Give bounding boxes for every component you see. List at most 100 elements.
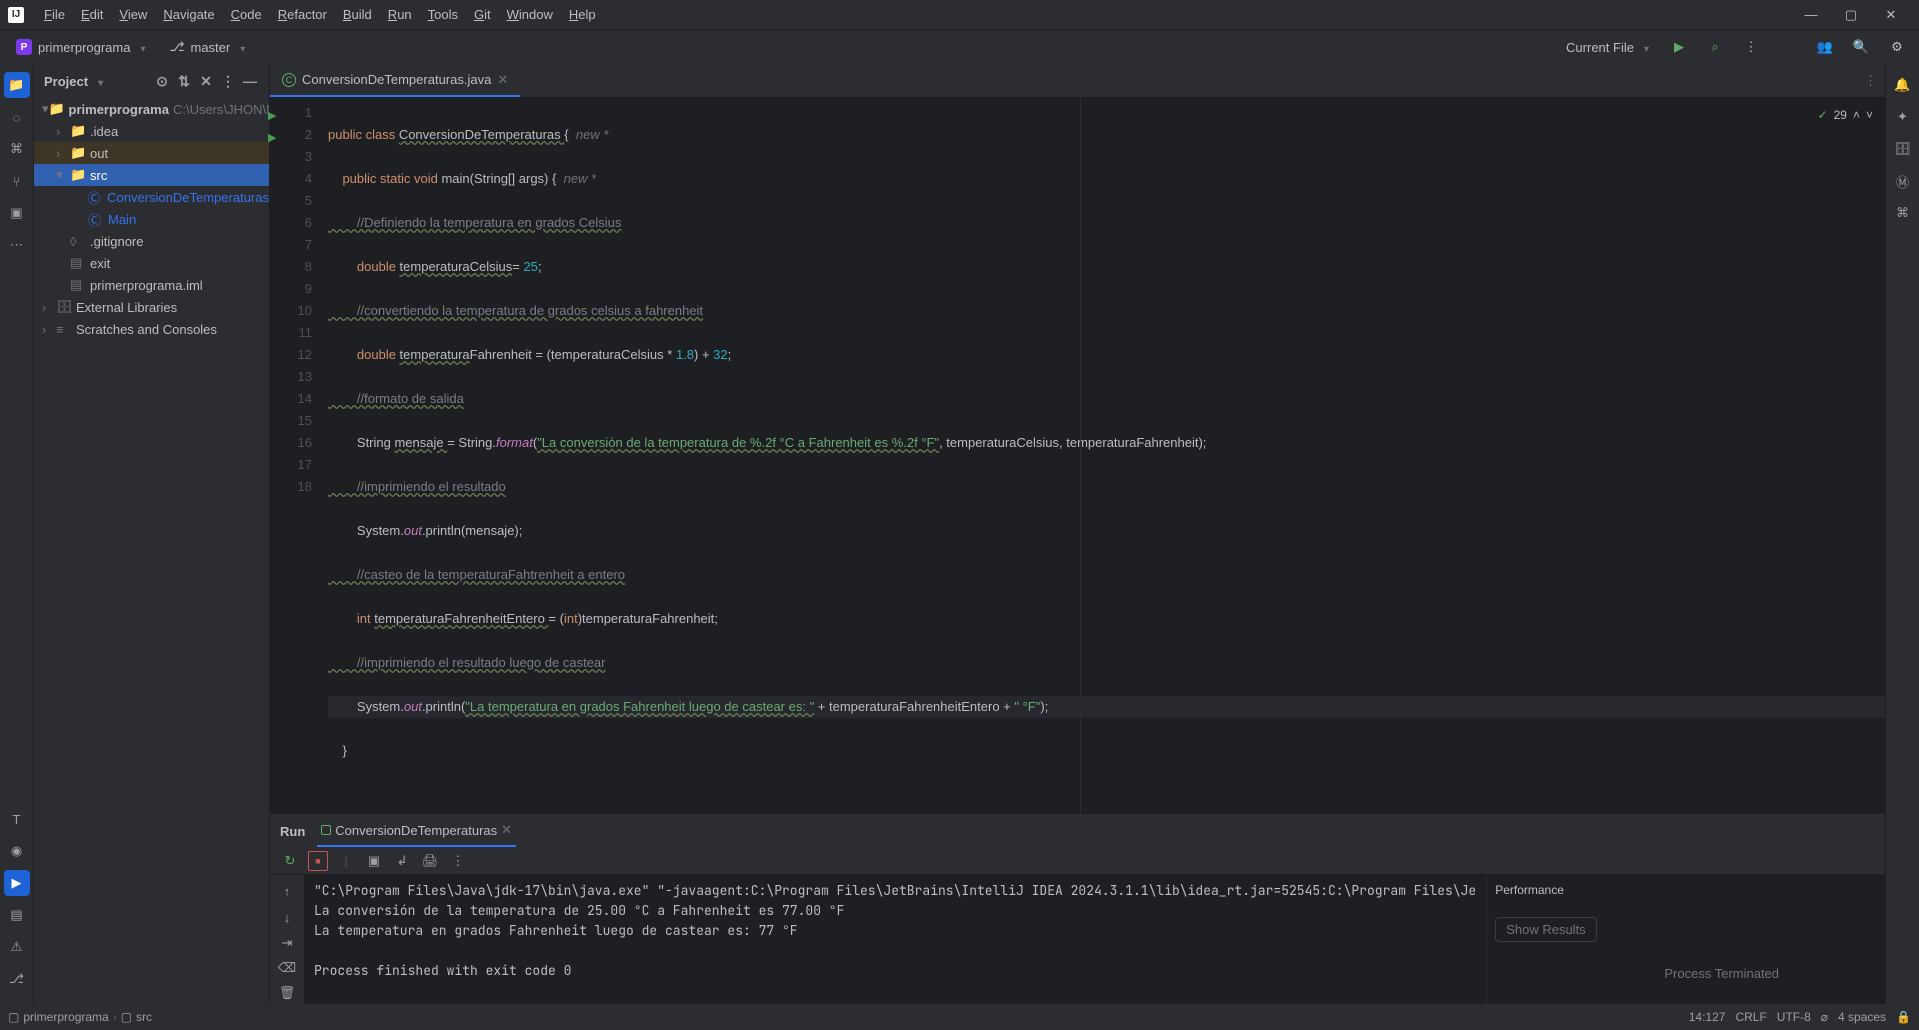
- up-stack-icon[interactable]: ↑: [276, 881, 298, 902]
- code-with-me-button[interactable]: 👥: [1811, 33, 1839, 61]
- performance-panel: Performance› Show Results 00:00 Process …: [1486, 875, 1919, 1004]
- menu-file[interactable]: File: [36, 3, 73, 26]
- project-selector[interactable]: P primerprograma: [8, 35, 154, 59]
- more-run-actions-icon[interactable]: ⋮: [448, 851, 468, 871]
- folder-icon: ▢: [121, 1010, 132, 1024]
- problems-tool-button[interactable]: ⚠: [4, 934, 30, 960]
- services-tool-button[interactable]: ▣: [4, 200, 30, 226]
- show-results-button[interactable]: Show Results: [1495, 917, 1596, 942]
- menu-edit[interactable]: Edit: [73, 3, 111, 26]
- tree-root[interactable]: ▾📁primerprogramaC:\Users\JHON\Desktop\..…: [34, 98, 269, 120]
- rerun-button[interactable]: ↻: [280, 851, 300, 871]
- indent-indicator[interactable]: 4 spaces: [1838, 1010, 1886, 1024]
- ai-assistant-button[interactable]: ✦: [1890, 104, 1916, 130]
- menu-code[interactable]: Code: [223, 3, 270, 26]
- stop-button[interactable]: ■: [308, 851, 328, 871]
- run-tab-conversion[interactable]: ConversionDeTemperaturas✕: [317, 815, 516, 847]
- line-separator[interactable]: CRLF: [1735, 1010, 1766, 1024]
- menu-window[interactable]: Window: [499, 3, 561, 26]
- debug-button[interactable]: ⌕: [1701, 33, 1729, 61]
- caret-position[interactable]: 14:127: [1689, 1010, 1726, 1024]
- menu-navigate[interactable]: Navigate: [155, 3, 222, 26]
- run-panel-tool-button[interactable]: ▶: [4, 870, 30, 896]
- run-config-selector[interactable]: Current File: [1558, 36, 1657, 59]
- tab-conversion[interactable]: C ConversionDeTemperaturas.java ✕: [270, 64, 520, 97]
- tree-scratches[interactable]: ›≡Scratches and Consoles: [34, 318, 269, 340]
- maven-button[interactable]: Ⓜ: [1890, 168, 1916, 194]
- chevron-down-icon[interactable]: [94, 74, 103, 89]
- close-button[interactable]: ✕: [1871, 0, 1911, 30]
- lock-icon[interactable]: 🔒: [1896, 1010, 1911, 1024]
- menu-git[interactable]: Git: [466, 3, 499, 26]
- gradle-button[interactable]: ⌘: [1890, 200, 1916, 226]
- trash-icon[interactable]: 🗑: [276, 983, 298, 1004]
- menu-help[interactable]: Help: [561, 3, 604, 26]
- down-stack-icon[interactable]: ↓: [276, 906, 298, 927]
- git-branch-selector[interactable]: ⎇ master: [162, 35, 254, 59]
- pull-requests-tool-button[interactable]: ⑂: [4, 168, 30, 194]
- tree-external-libs[interactable]: ›🗄External Libraries: [34, 296, 269, 318]
- search-everywhere-button[interactable]: 🔍: [1847, 33, 1875, 61]
- project-tool-window: Project ⊙ ⇅ ✕ ⋮ — ▾📁primerprogramaC:\Use…: [34, 64, 270, 1004]
- process-terminated-label: Process Terminated: [1495, 966, 1919, 981]
- main-toolbar: P primerprograma ⎇ master Current File ▶…: [0, 30, 1919, 64]
- tree-folder-idea[interactable]: ›📁.idea: [34, 120, 269, 142]
- readonly-indicator-icon[interactable]: ⌀: [1821, 1010, 1828, 1024]
- minimize-button[interactable]: —: [1791, 0, 1831, 30]
- expand-all-icon[interactable]: ⇅: [175, 72, 193, 90]
- tree-file-conversion[interactable]: ⒸConversionDeTemperaturas: [34, 186, 269, 208]
- soft-wrap-icon[interactable]: ↲: [392, 851, 412, 871]
- chevron-down-icon: [1640, 40, 1649, 55]
- tree-file-exit[interactable]: ▤exit: [34, 252, 269, 274]
- tree-file-iml[interactable]: ▤primerprograma.iml: [34, 274, 269, 296]
- close-tab-icon[interactable]: ✕: [497, 72, 508, 88]
- up-icon[interactable]: ˄: [1853, 104, 1860, 126]
- project-tool-button[interactable]: 📁: [4, 72, 30, 98]
- menu-build[interactable]: Build: [335, 3, 380, 26]
- scroll-to-end-icon[interactable]: ▣: [364, 851, 384, 871]
- wrap-icon[interactable]: ⇥: [276, 932, 298, 953]
- options-icon[interactable]: ⋮: [219, 72, 237, 90]
- more-tool-button[interactable]: ⋯: [4, 232, 30, 258]
- select-opened-file-icon[interactable]: ⊙: [153, 72, 171, 90]
- tree-folder-src[interactable]: ▾📁src: [34, 164, 269, 186]
- check-icon: ✓: [1818, 104, 1828, 126]
- vcs-tool-button[interactable]: ⎇: [4, 966, 30, 992]
- menu-refactor[interactable]: Refactor: [270, 3, 335, 26]
- notifications-button[interactable]: 🔔: [1890, 72, 1916, 98]
- settings-button[interactable]: ⚙: [1883, 33, 1911, 61]
- run-button[interactable]: ▶: [1665, 33, 1693, 61]
- minimize-icon[interactable]: —: [241, 72, 259, 90]
- breadcrumb[interactable]: ▢primerprograma › ▢src: [8, 1010, 152, 1024]
- collapse-all-icon[interactable]: ✕: [197, 72, 215, 90]
- clear-icon[interactable]: ⌫: [276, 957, 298, 978]
- run-tool-button[interactable]: ◉: [4, 838, 30, 864]
- tabs-more-icon[interactable]: ⋮: [1864, 64, 1885, 97]
- project-avatar-icon: P: [16, 39, 32, 55]
- database-button[interactable]: 🗄: [1890, 136, 1916, 162]
- commit-tool-button[interactable]: ◌: [4, 104, 30, 130]
- down-icon[interactable]: ˅: [1866, 104, 1873, 126]
- tree-file-main[interactable]: ⒸMain: [34, 208, 269, 230]
- maximize-button[interactable]: ▢: [1831, 0, 1871, 30]
- problems-count: 29: [1834, 104, 1847, 126]
- tree-file-gitignore[interactable]: ◊.gitignore: [34, 230, 269, 252]
- more-actions-button[interactable]: ⋮: [1737, 33, 1765, 61]
- build-tool-button[interactable]: ▤: [4, 902, 30, 928]
- terminal-tool-button[interactable]: T: [4, 806, 30, 832]
- menu-view[interactable]: View: [111, 3, 155, 26]
- run-config-icon: [321, 825, 331, 835]
- branch-icon: ⎇: [170, 39, 185, 55]
- print-icon[interactable]: 🖨: [420, 851, 440, 871]
- close-run-tab-icon[interactable]: ✕: [501, 822, 512, 838]
- structure-tool-button[interactable]: ⌘: [4, 136, 30, 162]
- inspections-widget[interactable]: ✓ 29 ˄ ˅: [1818, 104, 1873, 126]
- file-encoding[interactable]: UTF-8: [1777, 1010, 1811, 1024]
- menu-run[interactable]: Run: [380, 3, 420, 26]
- run-config-label: Current File: [1566, 40, 1634, 55]
- tab-label: ConversionDeTemperaturas.java: [302, 72, 491, 87]
- menu-tools[interactable]: Tools: [420, 3, 466, 26]
- console-output[interactable]: "C:\Program Files\Java\jdk-17\bin\java.e…: [304, 875, 1486, 1004]
- tree-folder-out[interactable]: ›📁out: [34, 142, 269, 164]
- code-editor[interactable]: public class ConversionDeTemperaturas { …: [320, 98, 1885, 814]
